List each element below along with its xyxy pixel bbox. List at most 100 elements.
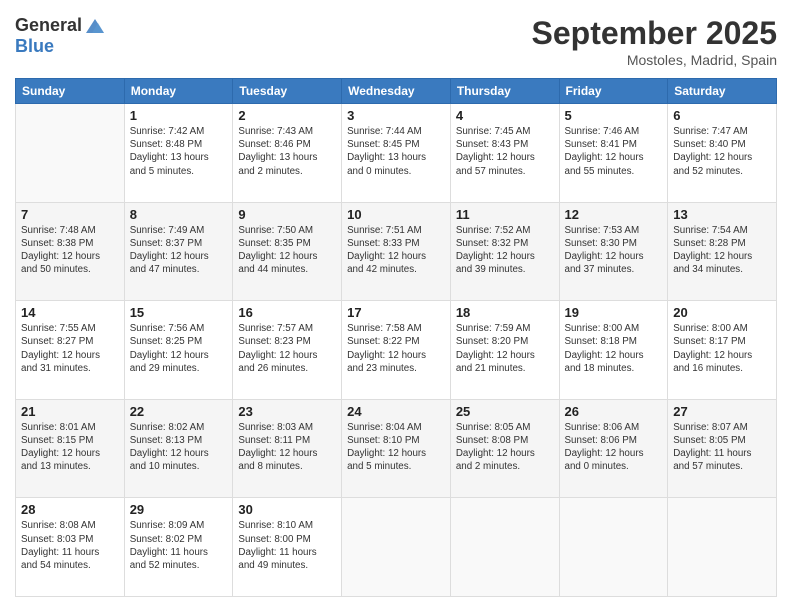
day-number: 3 <box>347 108 445 123</box>
logo-blue: Blue <box>15 37 106 57</box>
title-block: September 2025 Mostoles, Madrid, Spain <box>532 15 777 68</box>
calendar-header-friday: Friday <box>559 79 668 104</box>
logo-general: General <box>15 16 82 36</box>
calendar-cell: 4 Sunrise: 7:45 AM Sunset: 8:43 PM Daylig… <box>450 104 559 203</box>
calendar-cell: 24 Sunrise: 8:04 AM Sunset: 8:10 PM Dayli… <box>342 399 451 498</box>
calendar-cell: 9 Sunrise: 7:50 AM Sunset: 8:35 PM Daylig… <box>233 202 342 301</box>
day-info: Sunrise: 7:50 AM Sunset: 8:35 PM Dayligh… <box>238 224 336 277</box>
day-info: Sunrise: 8:03 AM Sunset: 8:11 PM Dayligh… <box>238 421 336 474</box>
calendar-cell: 25 Sunrise: 8:05 AM Sunset: 8:08 PM Dayli… <box>450 399 559 498</box>
header: General Blue September 2025 Mostoles, Ma… <box>15 15 777 68</box>
day-number: 25 <box>456 404 554 419</box>
day-info: Sunrise: 8:02 AM Sunset: 8:13 PM Dayligh… <box>130 421 228 474</box>
calendar-week-row: 1 Sunrise: 7:42 AM Sunset: 8:48 PM Daylig… <box>16 104 777 203</box>
day-info: Sunrise: 7:45 AM Sunset: 8:43 PM Dayligh… <box>456 125 554 178</box>
day-info: Sunrise: 8:05 AM Sunset: 8:08 PM Dayligh… <box>456 421 554 474</box>
calendar-cell: 20 Sunrise: 8:00 AM Sunset: 8:17 PM Dayli… <box>668 301 777 400</box>
logo-icon <box>84 15 106 37</box>
page: General Blue September 2025 Mostoles, Ma… <box>0 0 792 612</box>
day-info: Sunrise: 7:56 AM Sunset: 8:25 PM Dayligh… <box>130 322 228 375</box>
calendar-header-monday: Monday <box>124 79 233 104</box>
day-info: Sunrise: 8:09 AM Sunset: 8:02 PM Dayligh… <box>130 519 228 572</box>
day-number: 15 <box>130 305 228 320</box>
calendar-cell: 7 Sunrise: 7:48 AM Sunset: 8:38 PM Daylig… <box>16 202 125 301</box>
calendar-cell <box>559 498 668 597</box>
calendar-cell: 11 Sunrise: 7:52 AM Sunset: 8:32 PM Dayli… <box>450 202 559 301</box>
day-number: 14 <box>21 305 119 320</box>
calendar-cell: 15 Sunrise: 7:56 AM Sunset: 8:25 PM Dayli… <box>124 301 233 400</box>
day-number: 17 <box>347 305 445 320</box>
day-info: Sunrise: 8:04 AM Sunset: 8:10 PM Dayligh… <box>347 421 445 474</box>
calendar-cell <box>16 104 125 203</box>
calendar-cell: 30Sunrise: 8:10 AM Sunset: 8:00 PM Dayli… <box>233 498 342 597</box>
day-info: Sunrise: 7:49 AM Sunset: 8:37 PM Dayligh… <box>130 224 228 277</box>
calendar-cell: 16 Sunrise: 7:57 AM Sunset: 8:23 PM Dayli… <box>233 301 342 400</box>
calendar-cell: 26 Sunrise: 8:06 AM Sunset: 8:06 PM Dayli… <box>559 399 668 498</box>
calendar-cell: 21 Sunrise: 8:01 AM Sunset: 8:15 PM Dayli… <box>16 399 125 498</box>
day-info: Sunrise: 8:07 AM Sunset: 8:05 PM Dayligh… <box>673 421 771 474</box>
calendar-cell: 8 Sunrise: 7:49 AM Sunset: 8:37 PM Daylig… <box>124 202 233 301</box>
calendar-cell: 27Sunrise: 8:07 AM Sunset: 8:05 PM Dayli… <box>668 399 777 498</box>
day-info: Sunrise: 7:42 AM Sunset: 8:48 PM Dayligh… <box>130 125 228 178</box>
calendar-cell: 17 Sunrise: 7:58 AM Sunset: 8:22 PM Dayli… <box>342 301 451 400</box>
logo-text: General Blue <box>15 15 106 57</box>
day-info: Sunrise: 7:55 AM Sunset: 8:27 PM Dayligh… <box>21 322 119 375</box>
calendar-header-tuesday: Tuesday <box>233 79 342 104</box>
day-number: 21 <box>21 404 119 419</box>
calendar-cell: 1 Sunrise: 7:42 AM Sunset: 8:48 PM Daylig… <box>124 104 233 203</box>
day-number: 23 <box>238 404 336 419</box>
day-info: Sunrise: 7:59 AM Sunset: 8:20 PM Dayligh… <box>456 322 554 375</box>
day-number: 1 <box>130 108 228 123</box>
day-number: 26 <box>565 404 663 419</box>
day-number: 22 <box>130 404 228 419</box>
day-info: Sunrise: 7:44 AM Sunset: 8:45 PM Dayligh… <box>347 125 445 178</box>
calendar-cell <box>342 498 451 597</box>
day-info: Sunrise: 7:46 AM Sunset: 8:41 PM Dayligh… <box>565 125 663 178</box>
calendar-cell <box>450 498 559 597</box>
day-number: 9 <box>238 207 336 222</box>
day-number: 24 <box>347 404 445 419</box>
calendar-header-row: SundayMondayTuesdayWednesdayThursdayFrid… <box>16 79 777 104</box>
day-number: 11 <box>456 207 554 222</box>
logo: General Blue <box>15 15 106 57</box>
calendar-cell: 2 Sunrise: 7:43 AM Sunset: 8:46 PM Daylig… <box>233 104 342 203</box>
calendar-cell: 28Sunrise: 8:08 AM Sunset: 8:03 PM Dayli… <box>16 498 125 597</box>
calendar-cell: 23 Sunrise: 8:03 AM Sunset: 8:11 PM Dayli… <box>233 399 342 498</box>
calendar-week-row: 7 Sunrise: 7:48 AM Sunset: 8:38 PM Daylig… <box>16 202 777 301</box>
day-number: 4 <box>456 108 554 123</box>
day-number: 19 <box>565 305 663 320</box>
calendar-cell: 22 Sunrise: 8:02 AM Sunset: 8:13 PM Dayli… <box>124 399 233 498</box>
day-info: Sunrise: 7:52 AM Sunset: 8:32 PM Dayligh… <box>456 224 554 277</box>
day-info: Sunrise: 7:43 AM Sunset: 8:46 PM Dayligh… <box>238 125 336 178</box>
day-number: 8 <box>130 207 228 222</box>
calendar-cell <box>668 498 777 597</box>
calendar-week-row: 28Sunrise: 8:08 AM Sunset: 8:03 PM Dayli… <box>16 498 777 597</box>
calendar-cell: 12Sunrise: 7:53 AM Sunset: 8:30 PM Dayli… <box>559 202 668 301</box>
day-number: 30 <box>238 502 336 517</box>
day-info: Sunrise: 7:48 AM Sunset: 8:38 PM Dayligh… <box>21 224 119 277</box>
calendar-cell: 14 Sunrise: 7:55 AM Sunset: 8:27 PM Dayli… <box>16 301 125 400</box>
day-info: Sunrise: 7:57 AM Sunset: 8:23 PM Dayligh… <box>238 322 336 375</box>
calendar-table: SundayMondayTuesdayWednesdayThursdayFrid… <box>15 78 777 597</box>
day-number: 29 <box>130 502 228 517</box>
day-number: 16 <box>238 305 336 320</box>
day-info: Sunrise: 7:51 AM Sunset: 8:33 PM Dayligh… <box>347 224 445 277</box>
calendar-cell: 18Sunrise: 7:59 AM Sunset: 8:20 PM Dayli… <box>450 301 559 400</box>
day-number: 5 <box>565 108 663 123</box>
day-info: Sunrise: 8:08 AM Sunset: 8:03 PM Dayligh… <box>21 519 119 572</box>
day-info: Sunrise: 8:06 AM Sunset: 8:06 PM Dayligh… <box>565 421 663 474</box>
calendar-cell: 5 Sunrise: 7:46 AM Sunset: 8:41 PM Daylig… <box>559 104 668 203</box>
day-number: 13 <box>673 207 771 222</box>
day-info: Sunrise: 8:00 AM Sunset: 8:18 PM Dayligh… <box>565 322 663 375</box>
day-info: Sunrise: 8:00 AM Sunset: 8:17 PM Dayligh… <box>673 322 771 375</box>
calendar-header-sunday: Sunday <box>16 79 125 104</box>
day-number: 2 <box>238 108 336 123</box>
day-info: Sunrise: 7:58 AM Sunset: 8:22 PM Dayligh… <box>347 322 445 375</box>
month-title: September 2025 <box>532 15 777 52</box>
calendar-cell: 10 Sunrise: 7:51 AM Sunset: 8:33 PM Dayli… <box>342 202 451 301</box>
day-number: 20 <box>673 305 771 320</box>
day-number: 7 <box>21 207 119 222</box>
day-number: 10 <box>347 207 445 222</box>
day-info: Sunrise: 7:53 AM Sunset: 8:30 PM Dayligh… <box>565 224 663 277</box>
day-info: Sunrise: 8:01 AM Sunset: 8:15 PM Dayligh… <box>21 421 119 474</box>
